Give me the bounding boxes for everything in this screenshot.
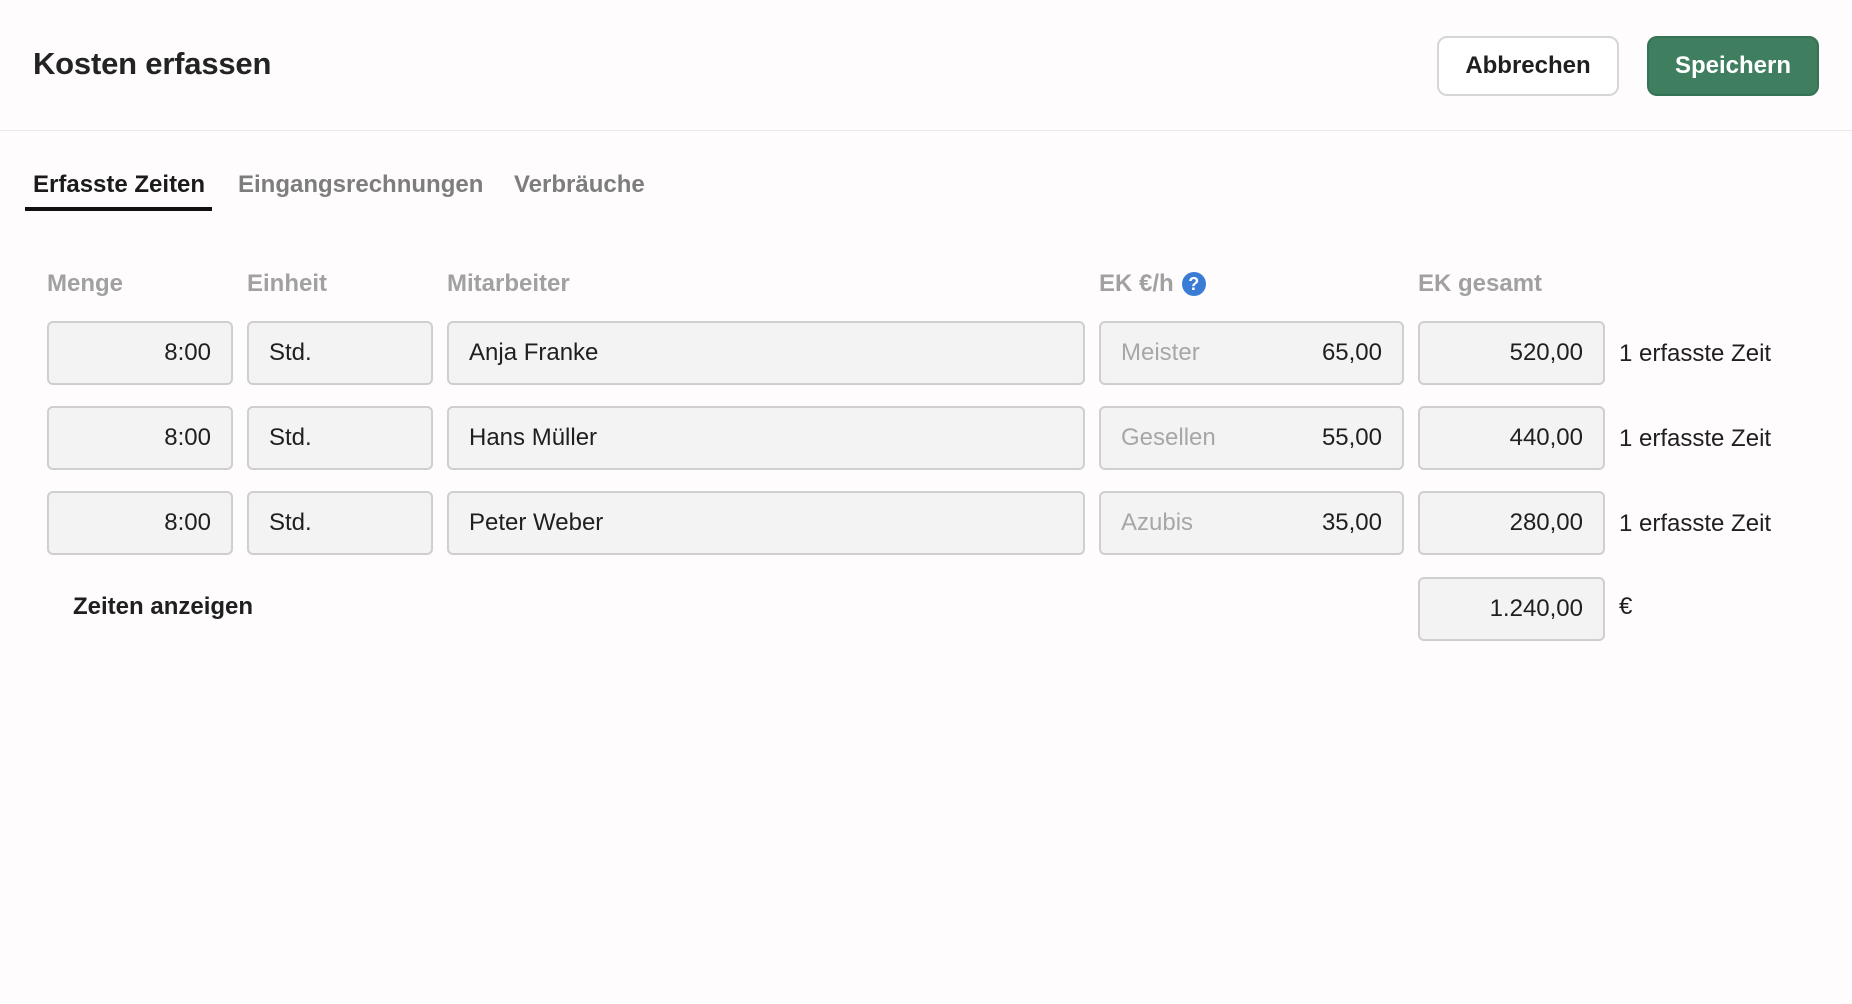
menge-value: 8:00 <box>164 339 211 366</box>
active-tab-indicator <box>25 207 212 211</box>
mitarbeiter-value: Anja Franke <box>469 339 599 366</box>
mitarbeiter-field[interactable]: Hans Müller <box>447 406 1085 470</box>
einheit-value: Std. <box>269 509 312 536</box>
einheit-field[interactable]: Std. <box>247 406 433 470</box>
time-entry-count: 1 erfasste Zeit <box>1619 510 1772 537</box>
ek-total-field[interactable]: 280,00 <box>1418 491 1605 555</box>
mitarbeiter-value: Peter Weber <box>469 509 604 536</box>
ek-total-field[interactable]: 440,00 <box>1418 406 1605 470</box>
einheit-value: Std. <box>269 424 312 451</box>
tab-eingangsrechnungen[interactable]: Eingangsrechnungen <box>230 160 491 210</box>
mitarbeiter-value: Hans Müller <box>469 424 598 451</box>
ek-rate-field[interactable]: Gesellen 55,00 <box>1099 406 1404 470</box>
column-header-ek-rate: EK €/h ? <box>1099 270 1206 298</box>
column-header-ek-total-label: EK gesamt <box>1418 270 1543 297</box>
ek-total-field[interactable]: 520,00 <box>1418 321 1605 385</box>
ek-rate-field[interactable]: Meister 65,00 <box>1099 321 1404 385</box>
column-header-mitarbeiter: Mitarbeiter <box>447 270 570 298</box>
column-header-mitarbeiter-label: Mitarbeiter <box>447 270 570 297</box>
total-value: 440,00 <box>1509 424 1583 451</box>
menge-value: 8:00 <box>164 509 211 536</box>
column-header-einheit: Einheit <box>247 270 327 298</box>
menge-field[interactable]: 8:00 <box>47 321 233 385</box>
rate-value: 65,00 <box>1321 339 1382 366</box>
currency-symbol: € <box>1619 593 1633 620</box>
total-value: 280,00 <box>1509 509 1583 536</box>
cancel-button[interactable]: Abbrechen <box>1437 36 1619 96</box>
tab-erfasste-zeiten[interactable]: Erfasste Zeiten <box>25 160 213 210</box>
show-times-link[interactable]: Zeiten anzeigen <box>73 593 253 621</box>
save-button[interactable]: Speichern <box>1647 36 1819 96</box>
mitarbeiter-field[interactable]: Anja Franke <box>447 321 1085 385</box>
time-entry-count: 1 erfasste Zeit <box>1619 340 1772 367</box>
header-bar: Kosten erfassen Abbrechen Speichern <box>0 0 1852 131</box>
einheit-field[interactable]: Std. <box>247 491 433 555</box>
tab-verbraeuche[interactable]: Verbräuche <box>506 160 653 210</box>
rate-group-label: Gesellen <box>1121 424 1216 451</box>
menge-field[interactable]: 8:00 <box>47 406 233 470</box>
mitarbeiter-field[interactable]: Peter Weber <box>447 491 1085 555</box>
column-header-einheit-label: Einheit <box>247 270 328 297</box>
rate-group-label: Meister <box>1121 339 1200 366</box>
ek-rate-field[interactable]: Azubis 35,00 <box>1099 491 1404 555</box>
time-entry-count: 1 erfasste Zeit <box>1619 425 1772 452</box>
column-header-menge: Menge <box>47 270 123 298</box>
total-value: 520,00 <box>1509 339 1583 366</box>
sum-total-field: 1.240,00 <box>1418 577 1605 641</box>
einheit-value: Std. <box>269 339 312 366</box>
page-title: Kosten erfassen <box>33 46 272 81</box>
menge-field[interactable]: 8:00 <box>47 491 233 555</box>
column-header-menge-label: Menge <box>47 270 124 297</box>
menge-value: 8:00 <box>164 424 211 451</box>
column-header-ek-rate-label: EK €/h <box>1099 270 1174 297</box>
rate-group-label: Azubis <box>1121 509 1194 536</box>
column-header-ek-total: EK gesamt <box>1418 270 1542 298</box>
sum-total-value: 1.240,00 <box>1489 595 1583 622</box>
einheit-field[interactable]: Std. <box>247 321 433 385</box>
question-circle-icon[interactable]: ? <box>1181 272 1206 296</box>
rate-value: 35,00 <box>1321 509 1382 536</box>
rate-value: 55,00 <box>1321 424 1382 451</box>
